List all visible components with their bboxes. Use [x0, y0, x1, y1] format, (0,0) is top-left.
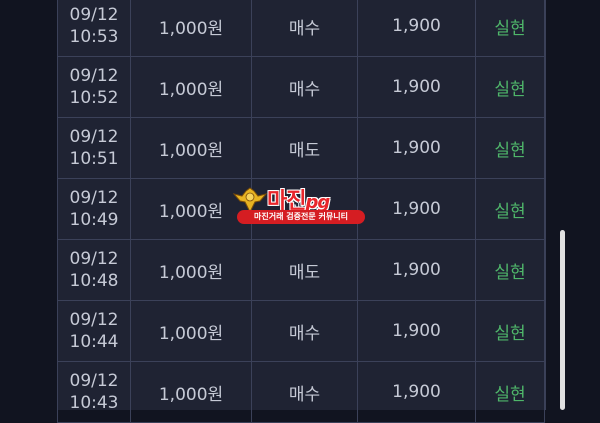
- table-row: 09/12 10:44 1,000원 매수 1,900 실현: [57, 300, 545, 362]
- trade-status: 실현: [475, 0, 545, 57]
- table-row: 09/12 10:48 1,000원 매도 1,900 실현: [57, 239, 545, 301]
- trade-date: 09/12: [69, 127, 119, 147]
- trade-time-cell: 09/12 10:52: [57, 56, 131, 118]
- trade-time: 10:43: [69, 393, 119, 413]
- trade-status: 실현: [475, 361, 545, 423]
- trade-side: 매수: [251, 300, 358, 362]
- trade-price: 1,900: [357, 117, 476, 179]
- trade-date: 09/12: [69, 5, 119, 25]
- trade-time-cell: 09/12 10:51: [57, 117, 131, 179]
- trade-date: 09/12: [69, 188, 119, 208]
- trade-amount: 1,000원: [130, 239, 252, 301]
- trade-side: 매수: [251, 361, 358, 423]
- trade-status: 실현: [475, 300, 545, 362]
- table-row: 09/12 10:53 1,000원 매수 1,900 실현: [57, 0, 545, 57]
- trade-amount: 1,000원: [130, 178, 252, 240]
- trade-time-cell: 09/12 10:53: [57, 0, 131, 57]
- trade-status: 실현: [475, 178, 545, 240]
- trade-side: 매수: [251, 56, 358, 118]
- trade-price: 1,900: [357, 178, 476, 240]
- trade-side: 매수: [251, 178, 358, 240]
- trade-history-table: 09/12 10:53 1,000원 매수 1,900 실현 09/12 10:52…: [57, 0, 545, 423]
- trade-status: 실현: [475, 56, 545, 118]
- table-row: 09/12 10:49 1,000원 매수 1,900 실현: [57, 178, 545, 240]
- trade-time: 10:52: [69, 88, 119, 108]
- trade-date: 09/12: [69, 310, 119, 330]
- vertical-scrollbar[interactable]: [560, 230, 565, 410]
- trade-amount: 1,000원: [130, 0, 252, 57]
- trade-status: 실현: [475, 239, 545, 301]
- trade-time: 10:44: [69, 332, 119, 352]
- trade-amount: 1,000원: [130, 300, 252, 362]
- trade-date: 09/12: [69, 371, 119, 391]
- trade-date: 09/12: [69, 66, 119, 86]
- table-row: 09/12 10:51 1,000원 매도 1,900 실현: [57, 117, 545, 179]
- trade-time-cell: 09/12 10:49: [57, 178, 131, 240]
- trade-date: 09/12: [69, 249, 119, 269]
- trade-time-cell: 09/12 10:44: [57, 300, 131, 362]
- trade-time-cell: 09/12 10:43: [57, 361, 131, 423]
- trade-price: 1,900: [357, 56, 476, 118]
- trade-side: 매도: [251, 117, 358, 179]
- trade-amount: 1,000원: [130, 361, 252, 423]
- trade-time: 10:48: [69, 271, 119, 291]
- trade-price: 1,900: [357, 239, 476, 301]
- trade-price: 1,900: [357, 361, 476, 423]
- trade-time-cell: 09/12 10:48: [57, 239, 131, 301]
- trade-amount: 1,000원: [130, 117, 252, 179]
- trade-price: 1,900: [357, 300, 476, 362]
- table-row: 09/12 10:52 1,000원 매수 1,900 실현: [57, 56, 545, 118]
- trade-amount: 1,000원: [130, 56, 252, 118]
- trade-price: 1,900: [357, 0, 476, 57]
- table-row: 09/12 10:43 1,000원 매수 1,900 실현: [57, 361, 545, 423]
- trade-status: 실현: [475, 117, 545, 179]
- trade-side: 매수: [251, 0, 358, 57]
- trade-time: 10:51: [69, 149, 119, 169]
- trade-side: 매도: [251, 239, 358, 301]
- trade-time: 10:53: [69, 27, 119, 47]
- trade-time: 10:49: [69, 210, 119, 230]
